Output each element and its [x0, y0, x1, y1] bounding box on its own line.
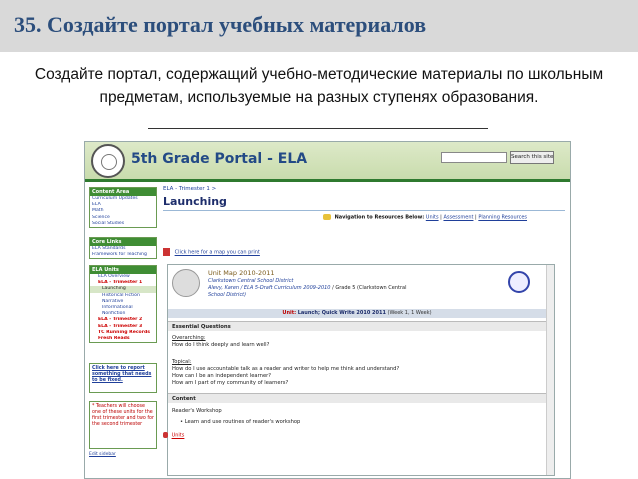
- unit-map-frame: Unit Map 2010-2011 Clarkstown Central Sc…: [167, 264, 555, 476]
- page-title: Launching: [163, 195, 227, 208]
- portal-name: 5th Grade Portal - ELA: [131, 151, 308, 167]
- nav-link-planning[interactable]: Planning Resources: [478, 215, 527, 221]
- content-bullet: • Learn and use routines of reader's wor…: [180, 419, 301, 425]
- report-box: Click here to report something that need…: [89, 363, 157, 393]
- district-name: Clarkstown Central School District: [208, 278, 294, 284]
- divider: [148, 128, 488, 129]
- core-links-heading: Core Links: [90, 238, 156, 246]
- overarching-question: How do I think deeply and learn well?: [172, 342, 270, 348]
- district-badge-icon: [508, 271, 530, 293]
- portal-header: 5th Grade Portal - ELA Search this site: [85, 142, 570, 182]
- subtitle-line-2: предметам, используемые на разных ступен…: [99, 89, 539, 106]
- units-link[interactable]: Units: [172, 433, 185, 439]
- topical-question-2: How can I be an independent learner?: [172, 373, 272, 379]
- content-bullet-text: Learn and use routines of reader's works…: [184, 419, 301, 425]
- units-section: Units: [163, 432, 184, 439]
- author-text: Alevy, Karen / ELA 5-Draft Curriculum 20…: [208, 285, 331, 291]
- district-seal-icon: [91, 144, 125, 178]
- slide-title: 35. Создайте портал учебных материалов: [14, 12, 427, 37]
- units-arrow-icon: [163, 432, 168, 438]
- search-input[interactable]: [441, 152, 507, 163]
- main-content: ELA - Trimester 1 > Launching Navigation…: [163, 186, 565, 478]
- print-map-link[interactable]: Click here for a map you can print: [175, 250, 260, 256]
- essential-questions-heading: Essential Questions: [168, 321, 546, 331]
- slide-subtitle: Создайте портал, содержащий учебно-метод…: [14, 63, 624, 109]
- pdf-icon: [163, 248, 170, 256]
- search-button[interactable]: Search this site: [510, 151, 554, 164]
- pointing-hand-icon: [323, 214, 331, 220]
- sidebar-item-social-studies[interactable]: Social Studies: [90, 221, 156, 227]
- portal-screenshot: 5th Grade Portal - ELA Search this site …: [84, 141, 571, 479]
- content-area-box: Content Area Curriculum Updates ELA Math…: [89, 187, 157, 229]
- core-links-box: Core Links ELA Standards Framework for T…: [89, 237, 157, 260]
- topical-label: Topical:: [172, 359, 192, 365]
- content-area-heading: Content Area: [90, 188, 156, 196]
- subtitle-line-1: Создайте портал, содержащий учебно-метод…: [34, 66, 604, 83]
- teachers-note: * Teachers will choose one of these unit…: [92, 404, 154, 427]
- topical-question-1: How do I use accountable talk as a reade…: [172, 366, 400, 372]
- unit-label: Unit:: [282, 310, 297, 316]
- teachers-note-box: * Teachers will choose one of these unit…: [89, 401, 157, 449]
- overarching-label: Overarching:: [172, 335, 206, 341]
- unit-week: (Week 1, 1 Week): [387, 310, 432, 316]
- globe-icon: [172, 269, 200, 297]
- report-link[interactable]: Click here to report something that need…: [90, 364, 156, 386]
- unit-map-header: Unit Map 2010-2011 Clarkstown Central Sc…: [168, 265, 554, 309]
- content-item: Reader's Workshop: [172, 408, 222, 414]
- edit-sidebar-link[interactable]: Edit sidebar: [89, 452, 116, 457]
- slide: 35. Создайте портал учебных материалов С…: [0, 0, 638, 479]
- unit-map-title: Unit Map 2010-2011: [208, 269, 275, 277]
- nav-link-units[interactable]: Units: [426, 215, 439, 221]
- district-line-2: School District): [208, 292, 247, 298]
- ela-units-box: ELA Units ELA Overview ELA - Trimester 1…: [89, 265, 157, 344]
- author-line: Alevy, Karen / ELA 5-Draft Curriculum 20…: [208, 285, 407, 291]
- topical-question-3: How am I part of my community of learner…: [172, 380, 289, 386]
- grade-text: / Grade 5 (Clarkstown Central: [332, 285, 407, 291]
- resource-nav: Navigation to Resources Below: Units | A…: [323, 214, 527, 221]
- unit-name: Launch; Quick Write 2010 2011: [297, 310, 386, 316]
- sidebar: Content Area Curriculum Updates ELA Math…: [89, 187, 157, 477]
- sidebar-item-fresh-reads[interactable]: Fresh Reads: [90, 336, 156, 342]
- sidebar-item-framework[interactable]: Framework for Teaching: [90, 252, 156, 258]
- nav-label: Navigation to Resources Below:: [334, 214, 425, 221]
- breadcrumb[interactable]: ELA - Trimester 1 >: [163, 186, 216, 192]
- unit-bar: Unit: Launch; Quick Write 2010 2011 (Wee…: [168, 309, 546, 318]
- title-bar: 35. Создайте портал учебных материалов: [0, 0, 638, 52]
- title-underline: [163, 210, 565, 211]
- content-heading: Content: [168, 393, 546, 403]
- print-map-row: Click here for a map you can print: [163, 248, 260, 256]
- nav-link-assessment[interactable]: Assessment: [443, 215, 473, 221]
- unit-map-scrollbar[interactable]: [546, 265, 554, 475]
- ela-units-heading: ELA Units: [90, 266, 156, 274]
